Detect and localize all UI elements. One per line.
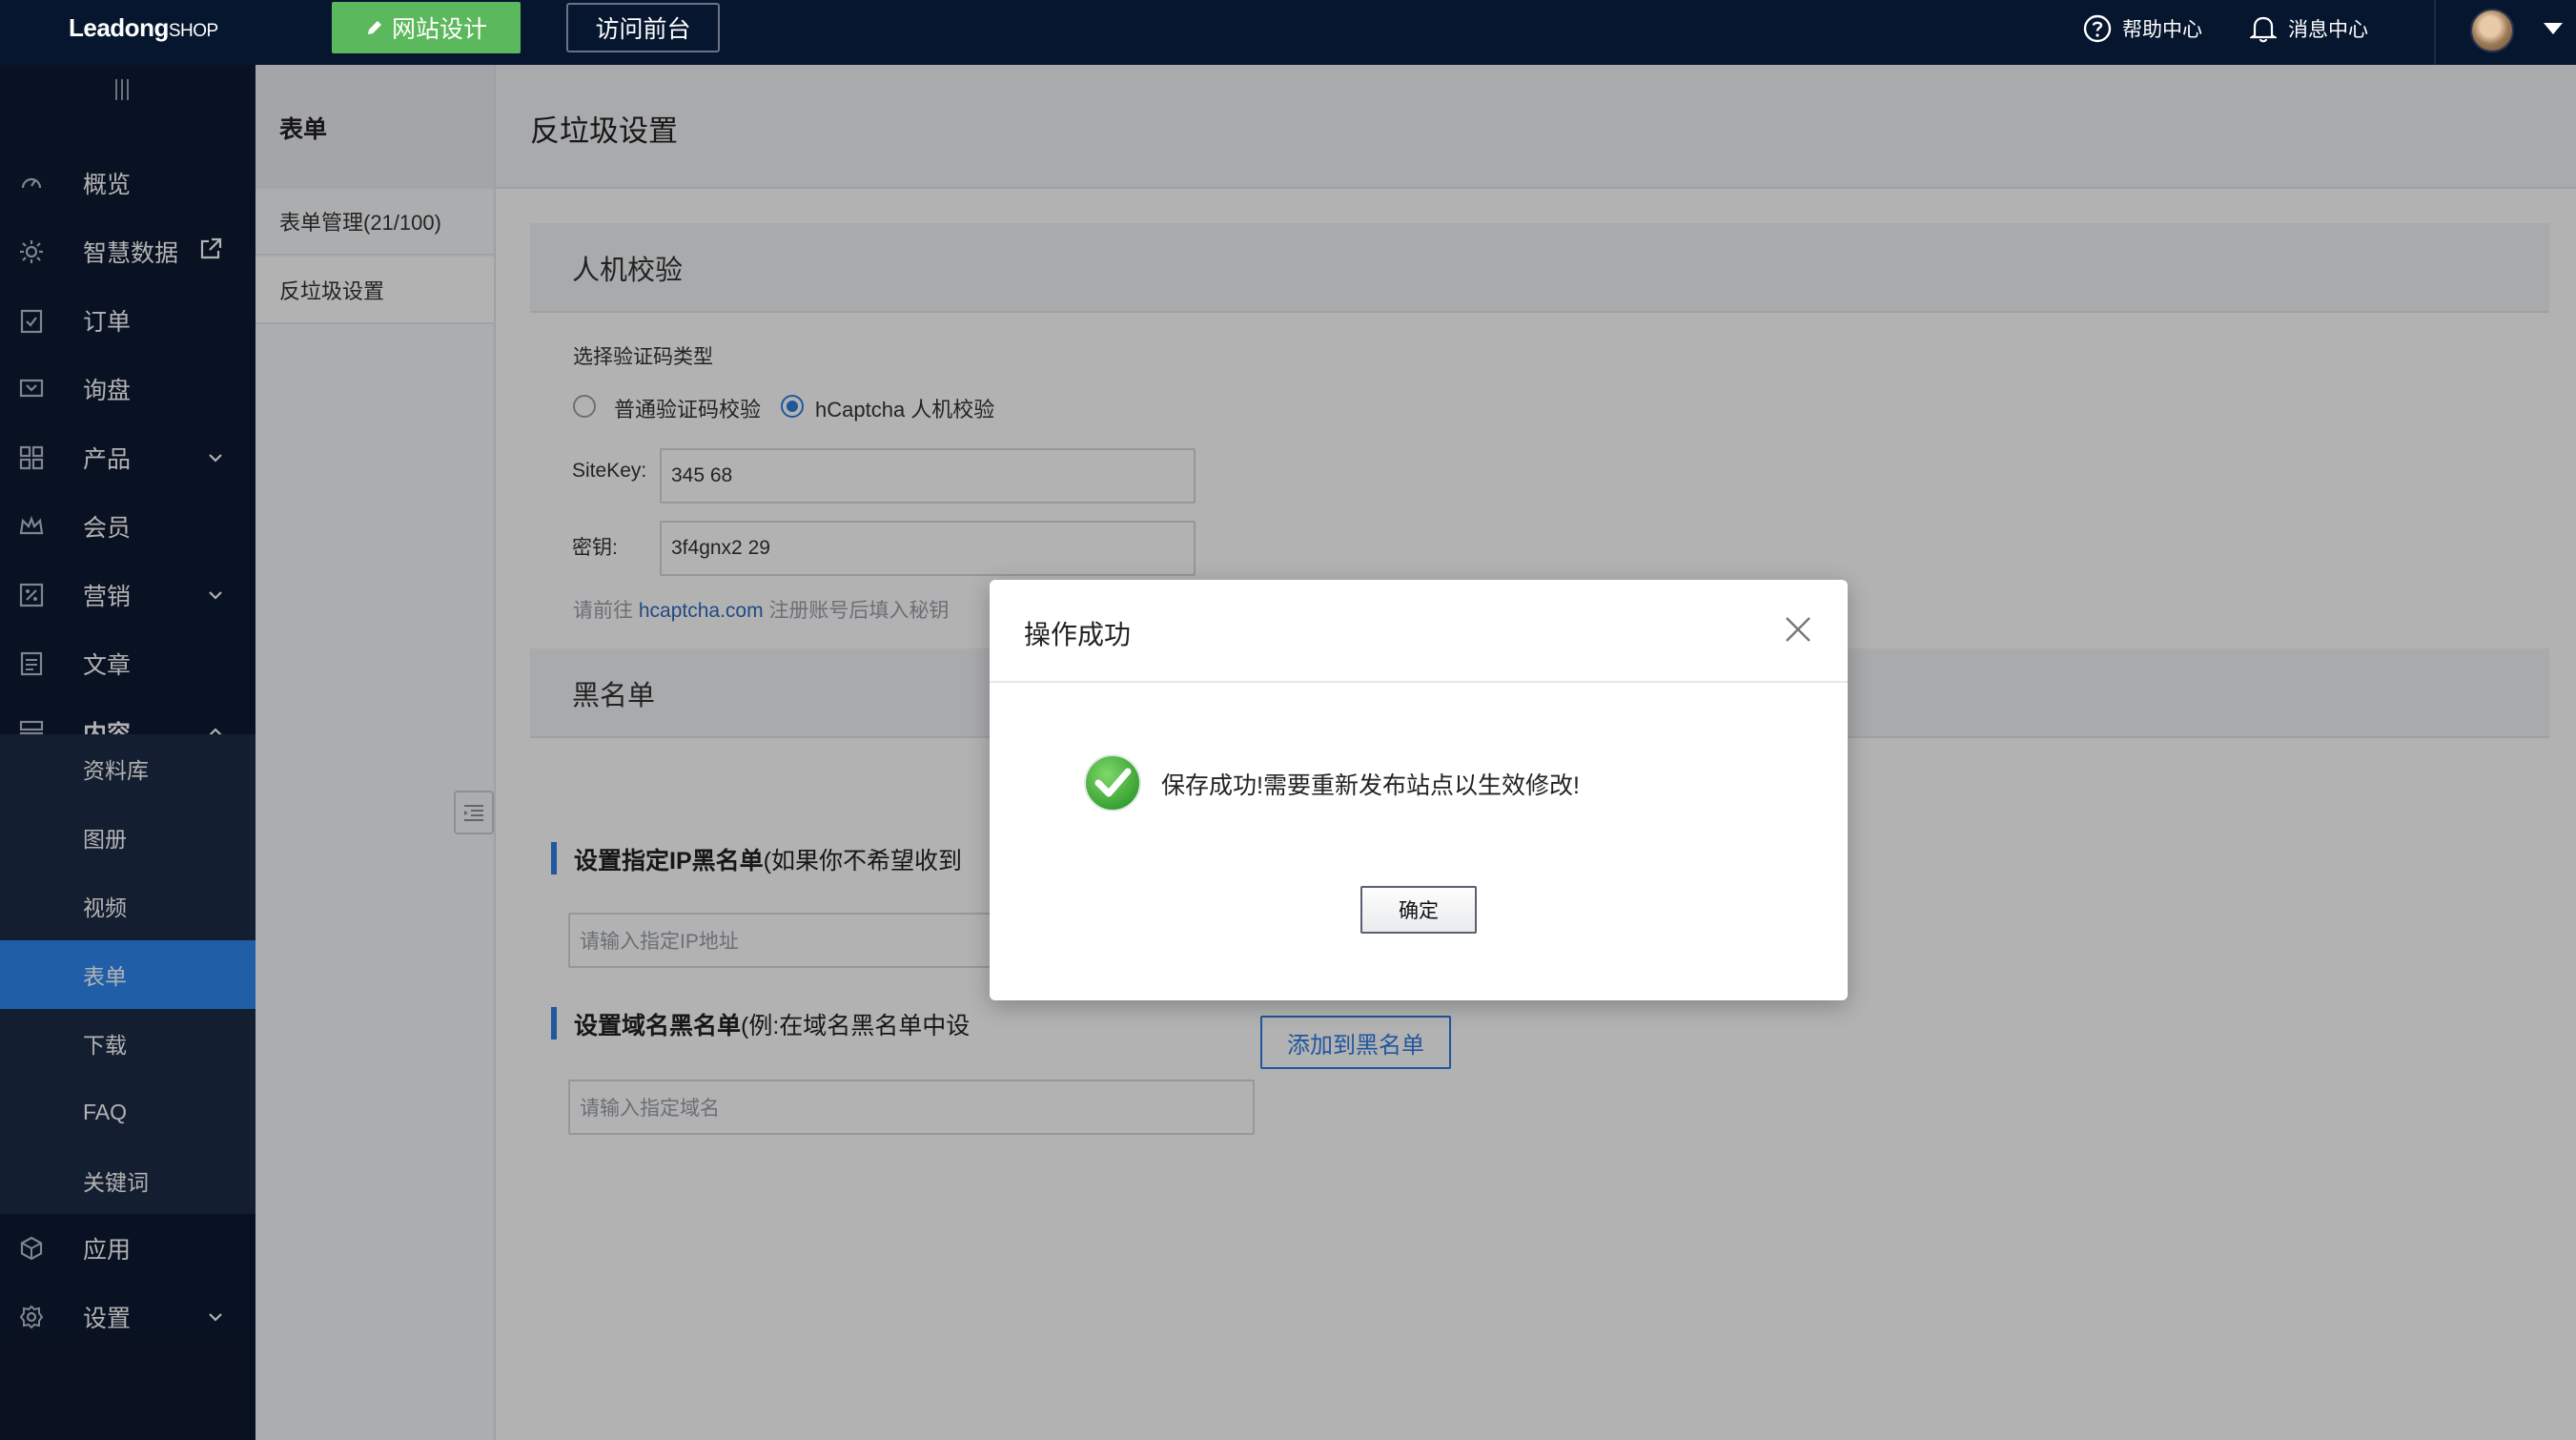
user-avatar[interactable]: [2470, 9, 2514, 52]
dialog-title: 操作成功: [1024, 620, 1132, 649]
question-circle-icon: [2083, 14, 2112, 43]
message-center-link[interactable]: 消息中心: [2250, 11, 2368, 46]
topbar-divider: [2434, 0, 2436, 65]
account-caret-icon[interactable]: [2544, 23, 2563, 34]
success-check-icon: [1084, 754, 1141, 812]
bell-icon: [2250, 16, 2277, 43]
visit-frontend-button[interactable]: 访问前台: [566, 3, 720, 52]
website-design-label: 网站设计: [391, 16, 487, 43]
confirm-label: 确定: [1399, 900, 1439, 922]
dialog-header: 操作成功: [990, 580, 1848, 683]
dialog-message: 保存成功!需要重新发布站点以生效修改!: [1161, 772, 1580, 799]
help-center-label: 帮助中心: [2122, 19, 2202, 41]
visit-frontend-label: 访问前台: [595, 16, 691, 43]
pencil-icon: [367, 21, 381, 34]
logo-text: Leadong: [69, 13, 169, 42]
confirm-button[interactable]: 确定: [1360, 886, 1477, 934]
top-bar: LeadongSHOP 网站设计 访问前台 帮助中心 消息中心: [0, 0, 2576, 65]
logo-suffix: SHOP: [168, 21, 218, 41]
success-dialog: 操作成功 保存成功!需要重新发布站点以生效修改! 确定: [990, 580, 1848, 1000]
message-center-label: 消息中心: [2288, 19, 2368, 41]
help-center-link[interactable]: 帮助中心: [2082, 11, 2202, 46]
close-icon[interactable]: [1783, 614, 1813, 645]
brand-logo[interactable]: LeadongSHOP: [69, 13, 218, 43]
website-design-button[interactable]: 网站设计: [332, 2, 521, 53]
